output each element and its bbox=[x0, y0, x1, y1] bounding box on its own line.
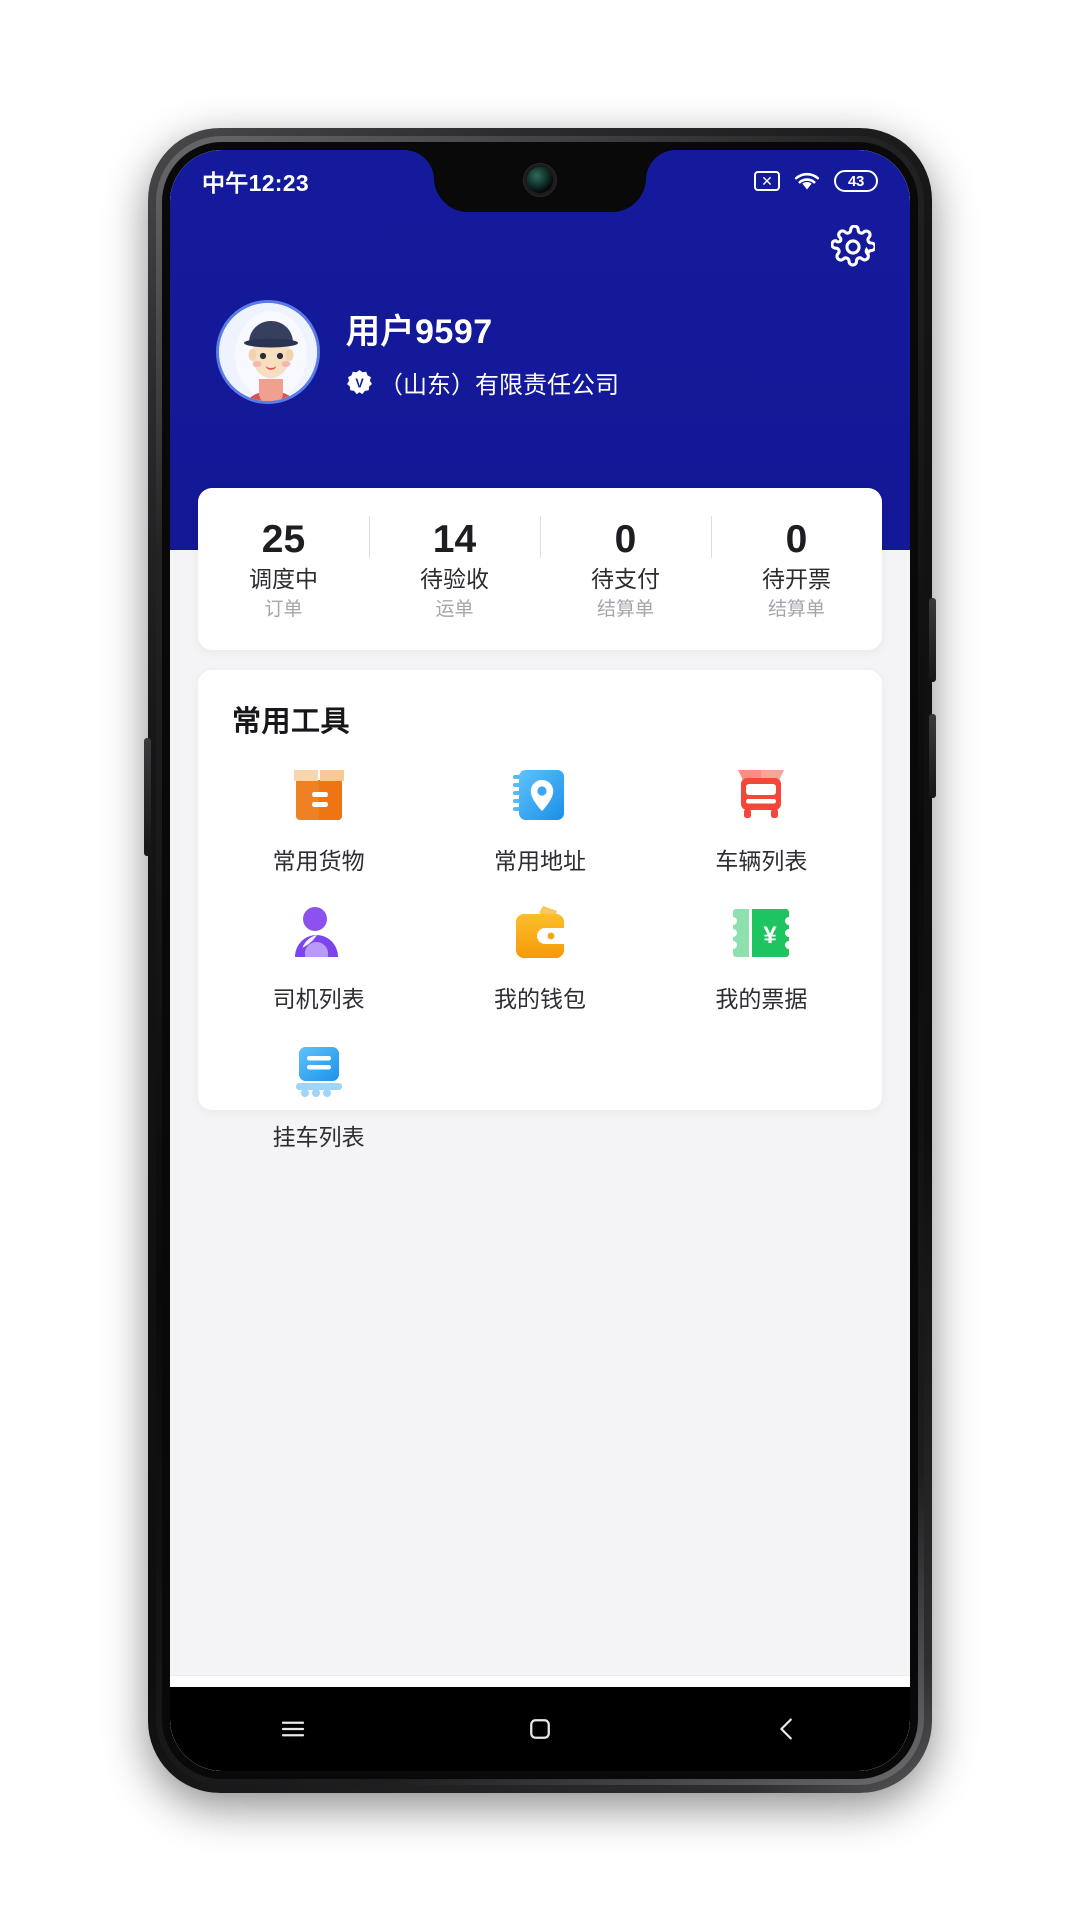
tool-label: 挂车列表 bbox=[272, 1124, 365, 1150]
company-row: V （山东）有限责任公司 bbox=[346, 365, 619, 400]
address-book-icon bbox=[512, 770, 564, 820]
stat-label: 待开票 bbox=[762, 565, 831, 592]
company-name: （山东）有限责任公司 bbox=[379, 372, 619, 399]
home-square-icon bbox=[530, 1719, 550, 1739]
svg-text:¥: ¥ bbox=[764, 922, 778, 949]
back-chevron-icon bbox=[779, 1718, 792, 1740]
stat-label: 调度中 bbox=[249, 565, 318, 592]
battery-level: 43 bbox=[848, 172, 864, 190]
content-scroll-area[interactable]: 中午12:23 ✕ 43 用户9597 V （山东）有限责任公司 25 调度中 … bbox=[170, 150, 910, 1675]
verified-badge-icon: V bbox=[347, 369, 372, 395]
stat-value: 14 bbox=[432, 517, 477, 561]
receipt-yuan-icon: ¥ bbox=[733, 909, 790, 957]
wifi-icon bbox=[794, 172, 820, 190]
sim-disabled-glyph: ✕ bbox=[761, 173, 773, 189]
battery-icon: 43 bbox=[834, 170, 878, 192]
stat-label: 待验收 bbox=[420, 565, 489, 592]
driver-person-icon bbox=[294, 907, 338, 957]
android-home-button[interactable] bbox=[525, 1714, 555, 1744]
tool-label: 常用地址 bbox=[493, 848, 586, 874]
phone-frame: 中午12:23 ✕ 43 用户9597 V （山东）有限责任公司 25 调度中 … bbox=[144, 128, 936, 1793]
tools-card: 常用工具 常用货物 常用地址 车辆列表 司机列表 我的钱包 ¥ 我的票据 挂车列… bbox=[198, 670, 882, 1150]
stat-value: 0 bbox=[785, 517, 808, 561]
android-menu-button[interactable] bbox=[278, 1714, 308, 1744]
box-icon bbox=[293, 770, 344, 820]
tool-item-common-goods[interactable]: 常用货物 bbox=[208, 758, 429, 890]
stat-sub: 运单 bbox=[435, 598, 474, 620]
power-button-secondary[interactable] bbox=[929, 714, 936, 798]
profile-section[interactable]: 用户9597 V （山东）有限责任公司 bbox=[216, 300, 619, 404]
status-time: 中午12:23 bbox=[202, 170, 309, 196]
stats-card: 25 调度中 订单 14 待验收 运单 0 待支付 结算单 0 待开票 结算单 bbox=[198, 488, 882, 650]
phone-screen: 中午12:23 ✕ 43 用户9597 V （山东）有限责任公司 25 调度中 … bbox=[170, 150, 910, 1771]
tool-item-my-wallet[interactable]: 我的钱包 bbox=[429, 896, 650, 1028]
avatar[interactable] bbox=[216, 300, 320, 404]
status-bar: 中午12:23 ✕ 43 bbox=[170, 150, 910, 212]
profile-text: 用户9597 V （山东）有限责任公司 bbox=[346, 304, 619, 400]
wallet-icon bbox=[515, 906, 567, 958]
volume-button[interactable] bbox=[144, 738, 151, 856]
svg-text:V: V bbox=[355, 376, 364, 390]
stat-sub: 结算单 bbox=[767, 598, 825, 620]
truck-icon bbox=[738, 770, 785, 818]
menu-icon bbox=[282, 1721, 305, 1737]
stat-cell-pending-acceptance[interactable]: 14 待验收 运单 bbox=[369, 488, 540, 650]
stat-sub: 订单 bbox=[264, 598, 303, 620]
app-root: 中午12:23 ✕ 43 用户9597 V （山东）有限责任公司 25 调度中 … bbox=[170, 150, 910, 1771]
stat-value: 0 bbox=[614, 517, 637, 561]
settings-button[interactable] bbox=[830, 224, 876, 270]
stat-label: 待支付 bbox=[591, 565, 660, 592]
tool-label: 车辆列表 bbox=[715, 848, 808, 874]
sim-disabled-icon: ✕ bbox=[754, 171, 780, 191]
stat-cell-dispatching[interactable]: 25 调度中 订单 bbox=[198, 488, 369, 650]
stat-value: 25 bbox=[261, 517, 306, 561]
tool-item-my-receipts[interactable]: ¥ 我的票据 bbox=[651, 896, 872, 1028]
android-system-nav bbox=[170, 1687, 910, 1771]
tool-label: 常用货物 bbox=[272, 848, 365, 874]
power-button[interactable] bbox=[929, 598, 936, 682]
gear-icon bbox=[831, 225, 875, 267]
stat-cell-pending-payment[interactable]: 0 待支付 结算单 bbox=[540, 488, 711, 650]
tool-label: 我的钱包 bbox=[493, 986, 586, 1012]
trailer-icon bbox=[295, 1047, 342, 1097]
tool-item-trailer-list[interactable]: 挂车列表 bbox=[208, 1034, 429, 1166]
android-back-button[interactable] bbox=[772, 1714, 802, 1744]
stat-cell-pending-invoice[interactable]: 0 待开票 结算单 bbox=[711, 488, 882, 650]
avatar-worker-icon bbox=[219, 303, 317, 401]
tools-grid: 常用货物 常用地址 车辆列表 司机列表 我的钱包 ¥ 我的票据 挂车列表 bbox=[208, 758, 872, 1166]
tool-label: 司机列表 bbox=[272, 986, 365, 1012]
stat-sub: 结算单 bbox=[596, 598, 654, 620]
status-icons: ✕ 43 bbox=[754, 170, 878, 192]
tool-item-driver-list[interactable]: 司机列表 bbox=[208, 896, 429, 1028]
tool-label: 我的票据 bbox=[715, 986, 808, 1012]
tools-title: 常用工具 bbox=[232, 706, 351, 738]
tool-item-vehicle-list[interactable]: 车辆列表 bbox=[651, 758, 872, 890]
user-name: 用户9597 bbox=[346, 313, 493, 351]
tool-item-common-address[interactable]: 常用地址 bbox=[429, 758, 650, 890]
